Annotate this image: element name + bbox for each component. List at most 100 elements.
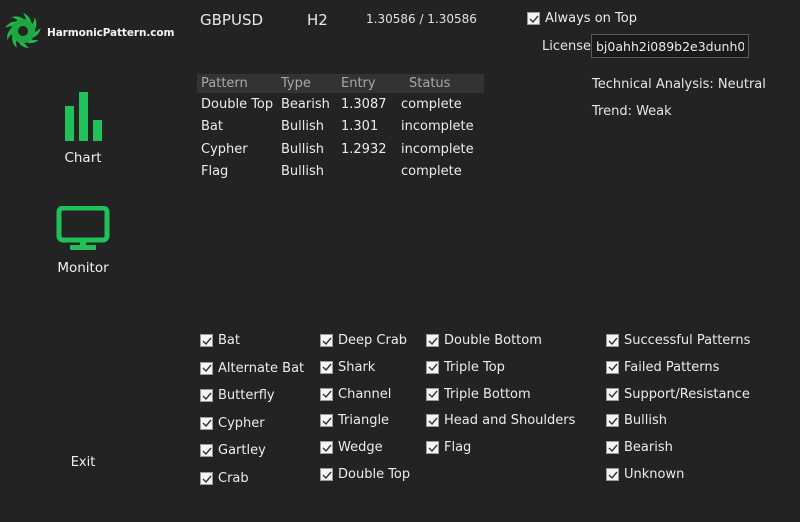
filter-label: Shark [338, 359, 376, 375]
filter-checkbox-double-top[interactable]: Double Top [320, 467, 410, 482]
bid-ask-prices: 1.30586 / 1.30586 [366, 12, 477, 26]
filter-checkbox-gartley[interactable]: Gartley [200, 443, 266, 458]
filter-label: Unknown [624, 467, 685, 482]
checkbox-box[interactable] [320, 334, 333, 347]
cell-entry [341, 161, 401, 184]
table-header-row: Pattern Type Entry Status [197, 74, 484, 93]
filter-label: Bullish [624, 413, 668, 429]
checkbox-box[interactable] [426, 360, 439, 374]
checkbox-box[interactable] [606, 387, 619, 401]
table-row[interactable]: Double Top Bearish 1.3087 complete [197, 93, 484, 116]
filter-checkbox-flag[interactable]: Flag [426, 440, 471, 455]
table-row[interactable]: Flag Bullish complete [197, 161, 484, 184]
cell-entry: 1.301 [341, 119, 379, 135]
patterns-table: Pattern Type Entry Status Double Top Bea… [197, 74, 484, 183]
symbol-label: GBPUSD [200, 11, 264, 29]
filter-checkbox-butterfly[interactable]: Butterfly [200, 388, 275, 403]
check-icon [202, 364, 212, 373]
cell-status: complete [401, 96, 462, 112]
cell-pattern: Cypher [201, 141, 248, 157]
always-on-top-label: Always on Top [545, 11, 637, 26]
exit-button[interactable]: Exit [28, 451, 138, 470]
trend-label: Trend: Weak [592, 104, 672, 119]
checkbox-box[interactable] [426, 387, 439, 401]
cell-type: Bullish [281, 141, 325, 157]
column-header-pattern[interactable]: Pattern [197, 74, 281, 93]
checkbox-box[interactable] [320, 414, 333, 428]
filter-label: Successful Patterns [624, 333, 751, 348]
check-icon [322, 390, 332, 399]
checkbox-box[interactable] [426, 441, 439, 455]
cell-status: complete [401, 164, 462, 180]
filter-label: Double Top [338, 467, 411, 482]
filter-checkbox-unknown[interactable]: Unknown [606, 467, 684, 482]
check-icon [428, 417, 438, 425]
filter-checkbox-deep-crab[interactable]: Deep Crab [320, 333, 407, 348]
checkbox-box[interactable] [320, 387, 333, 401]
filter-checkbox-support-resistance[interactable]: Support/Resistance [606, 387, 750, 402]
filter-checkbox-bullish[interactable]: Bullish [606, 413, 667, 428]
checkbox-box[interactable] [320, 360, 333, 374]
cell-type: Bullish [281, 164, 325, 180]
check-icon [322, 471, 332, 479]
checkbox-box[interactable] [200, 361, 213, 375]
filter-checkbox-double-bottom[interactable]: Double Bottom [426, 333, 542, 348]
filter-checkbox-shark[interactable]: Shark [320, 360, 375, 375]
filter-label: Gartley [218, 443, 266, 459]
filter-label: Flag [444, 440, 472, 456]
checkbox-box[interactable] [606, 414, 619, 428]
checkbox-box[interactable] [200, 472, 213, 485]
filter-checkbox-bat[interactable]: Bat [200, 333, 240, 348]
checkbox-box[interactable] [200, 444, 213, 458]
checkbox-box[interactable] [527, 12, 540, 25]
checkbox-box[interactable] [200, 334, 213, 347]
cell-pattern: Flag [201, 164, 229, 180]
filter-label: Triple Top [444, 359, 505, 375]
checkbox-box[interactable] [200, 416, 213, 430]
check-icon [428, 444, 438, 452]
filter-checkbox-triple-bottom[interactable]: Triple Bottom [426, 387, 531, 402]
checkbox-box[interactable] [320, 468, 333, 481]
cell-type: Bearish [281, 96, 330, 112]
column-header-status[interactable]: Status [401, 74, 484, 93]
column-header-type[interactable]: Type [281, 74, 341, 93]
filter-label: Triple Bottom [444, 386, 531, 402]
filter-checkbox-alternate-bat[interactable]: Alternate Bat [200, 361, 304, 376]
checkbox-box[interactable] [200, 389, 213, 403]
always-on-top-checkbox[interactable]: Always on Top [527, 11, 637, 26]
nav-monitor-button[interactable]: Monitor [28, 205, 138, 276]
filter-checkbox-successful-patterns[interactable]: Successful Patterns [606, 333, 750, 348]
filter-label: Butterfly [218, 388, 275, 404]
cell-pattern: Double Top [201, 96, 274, 112]
filter-checkbox-head-and-shoulders[interactable]: Head and Shoulders [426, 413, 575, 428]
filter-checkbox-crab[interactable]: Crab [200, 471, 249, 486]
table-row[interactable]: Bat Bullish 1.301 incomplete [197, 116, 484, 139]
filter-label: Channel [338, 386, 392, 402]
filter-label: Alternate Bat [218, 360, 305, 376]
filter-checkbox-wedge[interactable]: Wedge [320, 440, 383, 455]
check-icon [608, 363, 618, 372]
check-icon [529, 15, 539, 23]
check-icon [608, 390, 618, 399]
checkbox-box[interactable] [606, 360, 619, 374]
table-row[interactable]: Cypher Bullish 1.2932 incomplete [197, 138, 484, 161]
filter-label: Wedge [338, 440, 383, 456]
check-icon [322, 444, 332, 452]
filter-checkbox-triangle[interactable]: Triangle [320, 413, 389, 428]
check-icon [322, 417, 332, 425]
checkbox-box[interactable] [320, 441, 333, 455]
nav-chart-button[interactable]: Chart [28, 92, 138, 166]
filter-checkbox-triple-top[interactable]: Triple Top [426, 360, 505, 375]
filter-checkbox-channel[interactable]: Channel [320, 387, 391, 402]
column-header-entry[interactable]: Entry [341, 74, 401, 93]
checkbox-box[interactable] [606, 441, 619, 455]
checkbox-box[interactable] [426, 414, 439, 428]
filter-checkbox-bearish[interactable]: Bearish [606, 440, 673, 455]
filter-checkbox-failed-patterns[interactable]: Failed Patterns [606, 360, 719, 375]
checkbox-box[interactable] [426, 334, 439, 347]
license-input[interactable] [591, 34, 749, 58]
checkbox-box[interactable] [606, 468, 619, 481]
checkbox-box[interactable] [606, 334, 619, 347]
cell-status: incomplete [401, 119, 474, 135]
filter-checkbox-cypher[interactable]: Cypher [200, 416, 265, 431]
